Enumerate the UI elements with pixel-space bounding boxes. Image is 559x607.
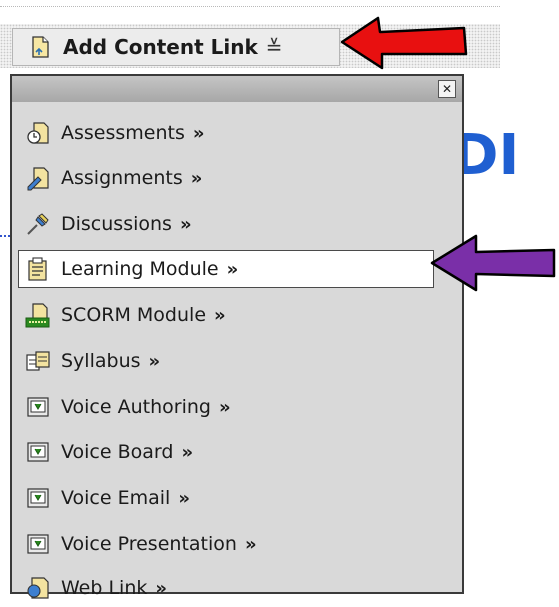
menu-item-label: Assignments	[61, 167, 183, 189]
chevron-right-icon: »	[155, 577, 168, 599]
menu-item-label: Learning Module	[61, 258, 219, 280]
scorm-icon	[25, 302, 51, 328]
menu-item-web-link[interactable]: Web Link »	[18, 569, 434, 607]
syllabus-book-icon	[25, 348, 51, 374]
chevron-right-icon: »	[226, 258, 239, 280]
menu-item-learning-module[interactable]: Learning Module »	[18, 250, 434, 288]
document-add-icon	[29, 35, 51, 59]
chevron-right-icon: »	[148, 350, 161, 372]
menu-item-syllabus[interactable]: Syllabus »	[18, 342, 434, 380]
menu-item-label: SCORM Module	[61, 304, 207, 326]
menu-item-label: Voice Board	[61, 441, 174, 463]
menu-item-voice-presentation[interactable]: Voice Presentation »	[18, 525, 434, 563]
red-arrow-annotation	[340, 16, 468, 70]
chevron-right-icon: »	[190, 167, 203, 189]
menu-item-assignments[interactable]: Assignments »	[18, 159, 434, 197]
chevron-right-icon: »	[218, 396, 231, 418]
close-icon: ✕	[441, 82, 453, 96]
assessment-clock-icon	[25, 120, 51, 146]
pushpin-icon	[25, 211, 51, 237]
chevron-right-icon: »	[192, 122, 205, 144]
assignment-pencil-icon	[25, 165, 51, 191]
chevron-right-icon: »	[181, 441, 194, 463]
menu-item-assessments[interactable]: Assessments »	[18, 114, 434, 152]
voice-tool-icon	[25, 439, 51, 465]
menu-item-scorm-module[interactable]: SCORM Module »	[18, 296, 434, 334]
menu-item-discussions[interactable]: Discussions »	[18, 205, 434, 243]
dropdown-menu-icon: ≚	[265, 35, 283, 59]
voice-tool-icon	[25, 485, 51, 511]
menu-item-label: Discussions	[61, 213, 172, 235]
menu-item-label: Web Link	[61, 577, 148, 599]
menu-item-label: Syllabus	[61, 350, 141, 372]
learning-module-icon	[25, 256, 51, 282]
web-link-icon	[25, 575, 51, 601]
add-content-link-label: Add Content Link	[63, 35, 258, 59]
voice-tool-icon	[25, 531, 51, 557]
menu-item-voice-board[interactable]: Voice Board »	[18, 433, 434, 471]
menu-item-label: Voice Email	[61, 487, 171, 509]
close-menu-button[interactable]: ✕	[438, 80, 456, 98]
chevron-right-icon: »	[244, 533, 257, 555]
chevron-right-icon: »	[179, 213, 192, 235]
menu-item-label: Voice Presentation	[61, 533, 237, 555]
chevron-right-icon: »	[214, 304, 226, 326]
menu-item-label: Assessments	[61, 122, 185, 144]
add-content-link-button[interactable]: Add Content Link ≚	[12, 28, 340, 66]
chevron-right-icon: »	[178, 487, 190, 509]
page-divider	[0, 6, 500, 7]
menu-item-voice-email[interactable]: Voice Email »	[18, 479, 434, 517]
menu-item-label: Voice Authoring	[61, 396, 211, 418]
add-content-link-menu: ✕ Assessments » Assignments » Discussion…	[10, 74, 464, 599]
purple-arrow-annotation	[430, 234, 556, 292]
menu-header: ✕	[12, 76, 462, 102]
menu-item-voice-authoring[interactable]: Voice Authoring »	[18, 388, 434, 426]
voice-tool-icon	[25, 394, 51, 420]
